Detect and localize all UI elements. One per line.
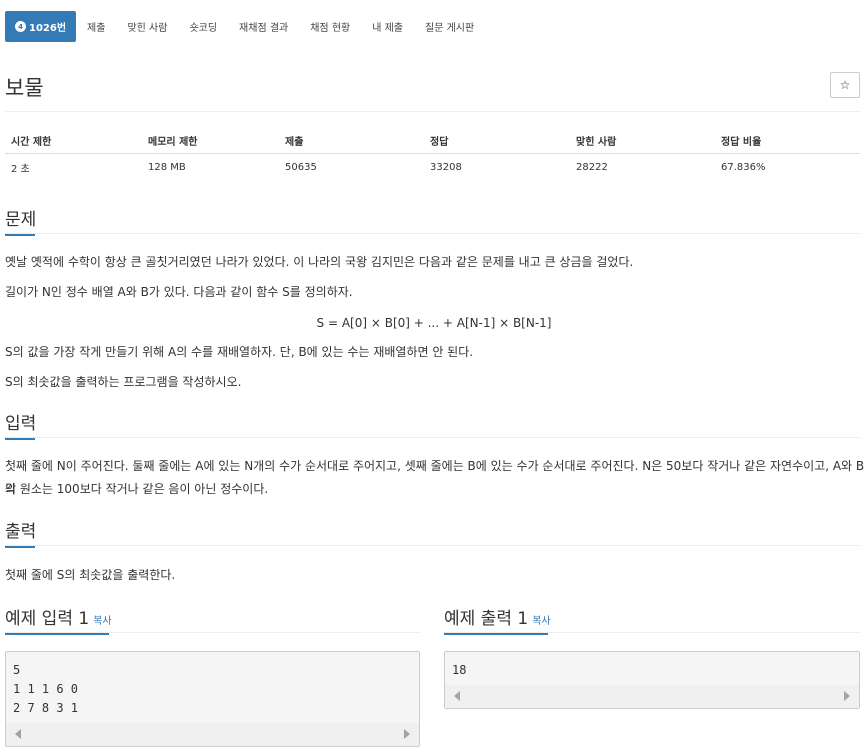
sample-input-heading-text: 예제 입력 1 <box>5 609 90 629</box>
info-header-solvers: 맞힌 사람 <box>576 136 617 148</box>
info-value-ratio: 67.836% <box>721 162 766 173</box>
sample-output-code[interactable]: 18 <box>444 651 860 709</box>
problem-formula: S = A[0] × B[0] + ... + A[N-1] × B[N-1] <box>316 316 552 330</box>
problem-nav: 4 1026번 제출 맞힌 사람 숏코딩 재채점 결과 채점 현황 내 제출 질… <box>5 11 485 42</box>
horizontal-scrollbar[interactable] <box>6 723 419 746</box>
info-value-time-limit: 2 초 <box>11 164 30 175</box>
sample-input-code[interactable]: 5 1 1 1 6 0 2 7 8 3 1 <box>5 651 420 747</box>
sample-input-line: 5 <box>13 663 21 677</box>
section-heading-problem-text: 문제 <box>5 210 37 230</box>
info-header-ratio: 정답 비율 <box>721 136 762 148</box>
problem-text-line: S의 값을 가장 작게 만들기 위해 A의 수를 재배열하자. 단, B에 있는… <box>5 345 474 359</box>
section-heading-input: 입력 <box>5 409 36 440</box>
problem-title: 보물 <box>5 76 44 100</box>
nav-tab-label: 1026번 <box>29 23 67 34</box>
scroll-left-icon[interactable] <box>15 729 21 739</box>
section-underline <box>5 438 35 440</box>
problem-info-table: 시간 제한 메모리 제한 제출 정답 맞힌 사람 정답 비율 2 초 128 M… <box>5 127 860 181</box>
info-value-memory-limit: 128 MB <box>148 162 186 173</box>
section-divider <box>444 632 860 633</box>
info-value-row: 2 초 128 MB 50635 33208 28222 67.836% <box>5 154 860 181</box>
nav-tab-submit[interactable]: 제출 <box>76 11 116 42</box>
section-underline <box>5 546 35 548</box>
problem-text-line: S의 최솟값을 출력하는 프로그램을 작성하시오. <box>5 375 242 389</box>
nav-tab-problem[interactable]: 4 1026번 <box>5 11 77 42</box>
nav-tab-status[interactable]: 채점 현황 <box>299 11 361 42</box>
nav-tab-my-submissions[interactable]: 내 제출 <box>361 11 414 42</box>
nav-tab-solvers[interactable]: 맞힌 사람 <box>116 11 178 42</box>
sample-output-heading: 예제 출력 1 복사 <box>444 604 551 635</box>
section-heading-output: 출력 <box>5 517 36 548</box>
sample-input-line: 2 7 8 3 1 <box>13 701 79 715</box>
horizontal-scrollbar[interactable] <box>445 685 859 708</box>
section-heading-input-text: 입력 <box>5 414 37 434</box>
scroll-right-icon[interactable] <box>844 691 850 701</box>
info-header-submissions: 제출 <box>285 136 304 148</box>
output-text-line: 첫째 줄에 S의 최솟값을 출력한다. <box>5 568 176 582</box>
section-underline <box>5 234 35 236</box>
section-divider <box>5 632 420 633</box>
section-heading-problem: 문제 <box>5 205 36 236</box>
section-divider <box>5 437 860 438</box>
section-divider <box>5 545 860 546</box>
info-header-memory-limit: 메모리 제한 <box>148 136 198 148</box>
info-value-submissions: 50635 <box>285 162 317 173</box>
sample-output-line: 18 <box>452 663 467 677</box>
info-header-time-limit: 시간 제한 <box>11 136 52 148</box>
nav-tab-short-coding[interactable]: 숏코딩 <box>178 11 228 42</box>
section-underline <box>5 633 109 635</box>
problem-text-line: 길이가 N인 정수 배열 A와 B가 있다. 다음과 같이 함수 S를 정의하자… <box>5 285 353 299</box>
section-heading-output-text: 출력 <box>5 522 37 542</box>
sample-input-line: 1 1 1 6 0 <box>13 682 79 696</box>
star-icon: ☆ <box>839 78 851 92</box>
copy-sample-output-button[interactable]: 복사 <box>532 616 550 627</box>
info-value-solvers: 28222 <box>576 162 608 173</box>
section-underline <box>444 633 548 635</box>
info-value-accepted: 33208 <box>430 162 462 173</box>
sample-input-heading: 예제 입력 1 복사 <box>5 604 112 635</box>
sample-output-heading-text: 예제 출력 1 <box>444 609 529 629</box>
scroll-left-icon[interactable] <box>454 691 460 701</box>
nav-tab-qna-board[interactable]: 질문 게시판 <box>414 11 485 42</box>
info-header-row: 시간 제한 메모리 제한 제출 정답 맞힌 사람 정답 비율 <box>5 127 860 154</box>
nav-tab-rejudge[interactable]: 재채점 결과 <box>228 11 299 42</box>
section-divider <box>5 233 860 234</box>
title-divider <box>5 111 860 112</box>
info-header-accepted: 정답 <box>430 136 449 148</box>
scroll-right-icon[interactable] <box>404 729 410 739</box>
favorite-star-button[interactable]: ☆ <box>830 72 860 98</box>
copy-sample-input-button[interactable]: 복사 <box>93 616 111 627</box>
input-text-line: 각 원소는 100보다 작거나 같은 음이 아닌 정수이다. <box>5 482 269 496</box>
problem-text-line: 옛날 옛적에 수학이 항상 큰 골칫거리였던 나라가 있었다. 이 나라의 국왕… <box>5 255 634 269</box>
problem-number-icon: 4 <box>15 21 26 32</box>
